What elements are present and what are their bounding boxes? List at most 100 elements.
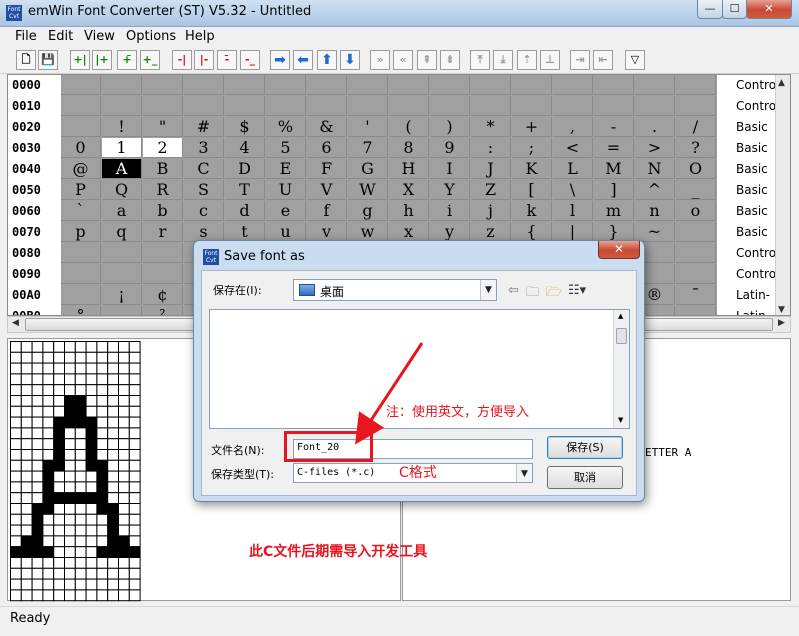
bitmap-pixel[interactable]: [118, 427, 130, 440]
char-cell[interactable]: [61, 75, 101, 95]
maximize-button[interactable]: ☐: [722, 0, 747, 19]
bitmap-pixel[interactable]: [74, 578, 87, 591]
bitmap-pixel[interactable]: [31, 449, 44, 461]
remove-top-button[interactable]: -̄: [217, 50, 237, 70]
bitmap-pixel[interactable]: [96, 470, 109, 483]
bitmap-pixel[interactable]: [107, 513, 119, 526]
bitmap-pixel[interactable]: [85, 438, 98, 450]
bitmap-pixel[interactable]: [31, 362, 44, 375]
char-cell[interactable]: E: [266, 159, 306, 179]
char-cell[interactable]: ²: [143, 306, 183, 315]
bitmap-pixel[interactable]: [64, 557, 76, 569]
bitmap-pixel[interactable]: [42, 384, 55, 397]
bitmap-pixel[interactable]: [74, 524, 87, 537]
char-cell[interactable]: 9: [430, 138, 470, 158]
bitmap-pixel[interactable]: [64, 470, 76, 483]
bitmap-pixel[interactable]: [53, 405, 66, 418]
bitmap-pixel[interactable]: [64, 449, 76, 461]
bitmap-pixel[interactable]: [85, 557, 98, 569]
bitmap-pixel[interactable]: [107, 481, 119, 494]
bitmap-pixel[interactable]: [85, 481, 98, 494]
bitmap-pixel[interactable]: [31, 427, 44, 440]
table-vertical-scrollbar[interactable]: ▲ ▼: [775, 75, 790, 315]
bitmap-pixel[interactable]: [42, 427, 55, 440]
char-cell[interactable]: [102, 264, 142, 284]
bitmap-pixel[interactable]: [128, 567, 141, 580]
char-cell[interactable]: l: [553, 201, 593, 221]
bitmap-pixel[interactable]: [74, 546, 87, 558]
char-cell[interactable]: n: [635, 201, 675, 221]
scroll-up-icon[interactable]: ▲: [618, 312, 623, 320]
char-cell[interactable]: [143, 264, 183, 284]
bitmap-pixel[interactable]: [10, 492, 22, 504]
bitmap-pixel[interactable]: [20, 351, 33, 364]
bitmap-pixel[interactable]: [53, 481, 66, 494]
menu-help[interactable]: Help: [185, 29, 215, 44]
bitmap-pixel[interactable]: [128, 405, 141, 418]
bitmap-pixel[interactable]: [42, 503, 55, 515]
bitmap-pixel[interactable]: [107, 373, 119, 386]
bitmap-pixel[interactable]: [85, 395, 98, 407]
bitmap-pixel[interactable]: [96, 405, 109, 418]
bitmap-pixel[interactable]: [20, 492, 33, 504]
char-cell[interactable]: <: [553, 138, 593, 158]
bitmap-pixel[interactable]: [31, 438, 44, 450]
bitmap-pixel[interactable]: [10, 438, 22, 450]
char-cell[interactable]: 6: [307, 138, 347, 158]
bitmap-pixel[interactable]: [64, 351, 76, 364]
bitmap-pixel[interactable]: [107, 362, 119, 375]
bitmap-pixel[interactable]: [42, 405, 55, 418]
char-cell[interactable]: \: [553, 180, 593, 200]
char-cell[interactable]: y: [430, 222, 470, 242]
align-top-button[interactable]: ⤒: [470, 50, 490, 70]
bitmap-pixel[interactable]: [53, 492, 66, 504]
menu-options[interactable]: Options: [126, 29, 176, 44]
bitmap-pixel[interactable]: [10, 470, 22, 483]
char-cell[interactable]: 0: [61, 138, 101, 158]
new-folder-icon[interactable]: 🗁: [546, 283, 562, 305]
bitmap-pixel[interactable]: [31, 513, 44, 526]
char-cell[interactable]: [102, 306, 142, 315]
bitmap-pixel[interactable]: [53, 341, 66, 353]
bitmap-pixel[interactable]: [10, 481, 22, 494]
bitmap-pixel[interactable]: [64, 362, 76, 375]
bitmap-pixel[interactable]: [85, 567, 98, 580]
char-cell[interactable]: W: [348, 180, 388, 200]
bitmap-pixel[interactable]: [96, 567, 109, 580]
char-cell[interactable]: t: [225, 222, 265, 242]
bitmap-pixel[interactable]: [10, 395, 22, 407]
bitmap-pixel[interactable]: [31, 459, 44, 472]
bitmap-pixel[interactable]: [85, 578, 98, 591]
char-cell[interactable]: [512, 75, 552, 95]
char-cell[interactable]: ^: [635, 180, 675, 200]
bitmap-pixel[interactable]: [118, 481, 130, 494]
bitmap-pixel[interactable]: [74, 416, 87, 429]
bitmap-pixel[interactable]: [96, 492, 109, 504]
bitmap-pixel[interactable]: [31, 481, 44, 494]
char-cell[interactable]: [389, 96, 429, 116]
bitmap-pixel[interactable]: [118, 524, 130, 537]
minimize-button[interactable]: —: [697, 0, 723, 19]
bitmap-pixel[interactable]: [31, 492, 44, 504]
char-cell[interactable]: ~: [635, 222, 675, 242]
char-cell[interactable]: [184, 75, 224, 95]
bitmap-pixel[interactable]: [20, 405, 33, 418]
char-cell[interactable]: h: [389, 201, 429, 221]
bitmap-pixel[interactable]: [96, 449, 109, 461]
bitmap-pixel[interactable]: [64, 481, 76, 494]
bitmap-pixel[interactable]: [118, 395, 130, 407]
bitmap-pixel[interactable]: [20, 438, 33, 450]
bitmap-pixel[interactable]: [53, 384, 66, 397]
bitmap-pixel[interactable]: [107, 449, 119, 461]
bitmap-pixel[interactable]: [128, 351, 141, 364]
bitmap-pixel[interactable]: [96, 557, 109, 569]
char-cell[interactable]: u: [266, 222, 306, 242]
char-cell[interactable]: [594, 96, 634, 116]
char-cell[interactable]: [471, 75, 511, 95]
bitmap-pixel[interactable]: [96, 438, 109, 450]
char-cell[interactable]: D: [225, 159, 265, 179]
bitmap-pixel[interactable]: [31, 416, 44, 429]
char-cell[interactable]: j: [471, 201, 511, 221]
bitmap-pixel[interactable]: [118, 362, 130, 375]
bitmap-pixel[interactable]: [118, 567, 130, 580]
